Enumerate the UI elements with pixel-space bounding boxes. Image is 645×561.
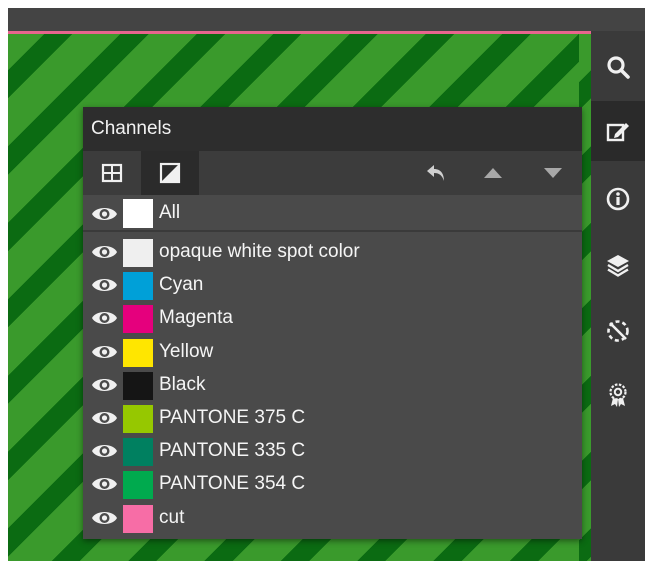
channel-label: PANTONE 375 C xyxy=(159,406,306,428)
color-swatch xyxy=(123,471,153,500)
layers-icon xyxy=(607,255,629,277)
eye-icon[interactable] xyxy=(91,407,118,429)
eye-icon[interactable] xyxy=(91,307,118,329)
channel-row[interactable]: Yellow xyxy=(83,335,582,368)
grid-view-button[interactable] xyxy=(83,151,141,195)
contrast-view-icon xyxy=(159,162,181,184)
move-down-icon[interactable] xyxy=(541,161,565,185)
channel-label: PANTONE 354 C xyxy=(159,473,306,495)
channel-row[interactable]: Cyan xyxy=(83,268,582,301)
color-swatch xyxy=(123,338,153,367)
channel-row[interactable]: PANTONE 375 C xyxy=(83,401,582,434)
color-swatch xyxy=(123,272,153,301)
info-icon xyxy=(606,187,630,211)
separations-icon xyxy=(607,320,629,342)
layers-button[interactable] xyxy=(591,235,645,295)
certificate-button[interactable] xyxy=(591,365,645,425)
channel-row-all[interactable]: All xyxy=(83,196,582,232)
color-swatch xyxy=(123,438,153,467)
right-sidebar xyxy=(591,31,645,561)
edit-icon xyxy=(606,123,629,142)
color-swatch xyxy=(123,199,153,228)
channel-label: Magenta xyxy=(159,307,233,329)
channel-row[interactable]: opaque white spot color xyxy=(83,235,582,268)
channels-toolbar xyxy=(83,151,582,195)
search-button[interactable] xyxy=(591,37,645,97)
panel-title: Channels xyxy=(83,107,582,151)
channel-label: All xyxy=(159,202,181,223)
info-button[interactable] xyxy=(591,169,645,229)
eye-icon[interactable] xyxy=(91,473,118,495)
channel-row[interactable]: Black xyxy=(83,368,582,401)
eye-icon[interactable] xyxy=(91,203,118,225)
channel-row[interactable]: PANTONE 335 C xyxy=(83,434,582,467)
eye-icon[interactable] xyxy=(91,507,118,529)
channel-label: PANTONE 335 C xyxy=(159,440,306,462)
color-swatch xyxy=(123,404,153,433)
eye-icon[interactable] xyxy=(91,440,118,462)
color-swatch xyxy=(123,239,153,267)
search-icon xyxy=(607,56,630,79)
channel-label: opaque white spot color xyxy=(159,241,360,262)
channel-label: Black xyxy=(159,373,206,395)
eye-icon[interactable] xyxy=(91,274,118,296)
color-swatch xyxy=(123,504,153,533)
color-swatch xyxy=(123,371,153,400)
channel-label: Cyan xyxy=(159,274,204,296)
channel-label: Yellow xyxy=(159,340,214,362)
undo-icon[interactable] xyxy=(425,161,449,185)
channel-row[interactable]: cut xyxy=(83,501,582,534)
channel-list: opaque white spot color Cyan Magenta Yellow… xyxy=(83,235,582,534)
grid-view-icon xyxy=(101,163,123,183)
separations-button[interactable] xyxy=(591,301,645,361)
edit-button[interactable] xyxy=(591,101,645,161)
eye-icon[interactable] xyxy=(91,341,118,363)
contrast-view-button[interactable] xyxy=(141,151,199,195)
eye-icon[interactable] xyxy=(91,241,118,263)
top-bar xyxy=(8,8,645,31)
channel-row[interactable]: Magenta xyxy=(83,301,582,334)
color-swatch xyxy=(123,305,153,334)
certificate-icon xyxy=(609,383,627,407)
eye-icon[interactable] xyxy=(91,374,118,396)
channel-row[interactable]: PANTONE 354 C xyxy=(83,467,582,500)
move-up-icon[interactable] xyxy=(481,161,505,185)
channels-panel: Channels All opaque white spot color Cya… xyxy=(83,107,582,539)
channel-label: cut xyxy=(159,506,185,528)
